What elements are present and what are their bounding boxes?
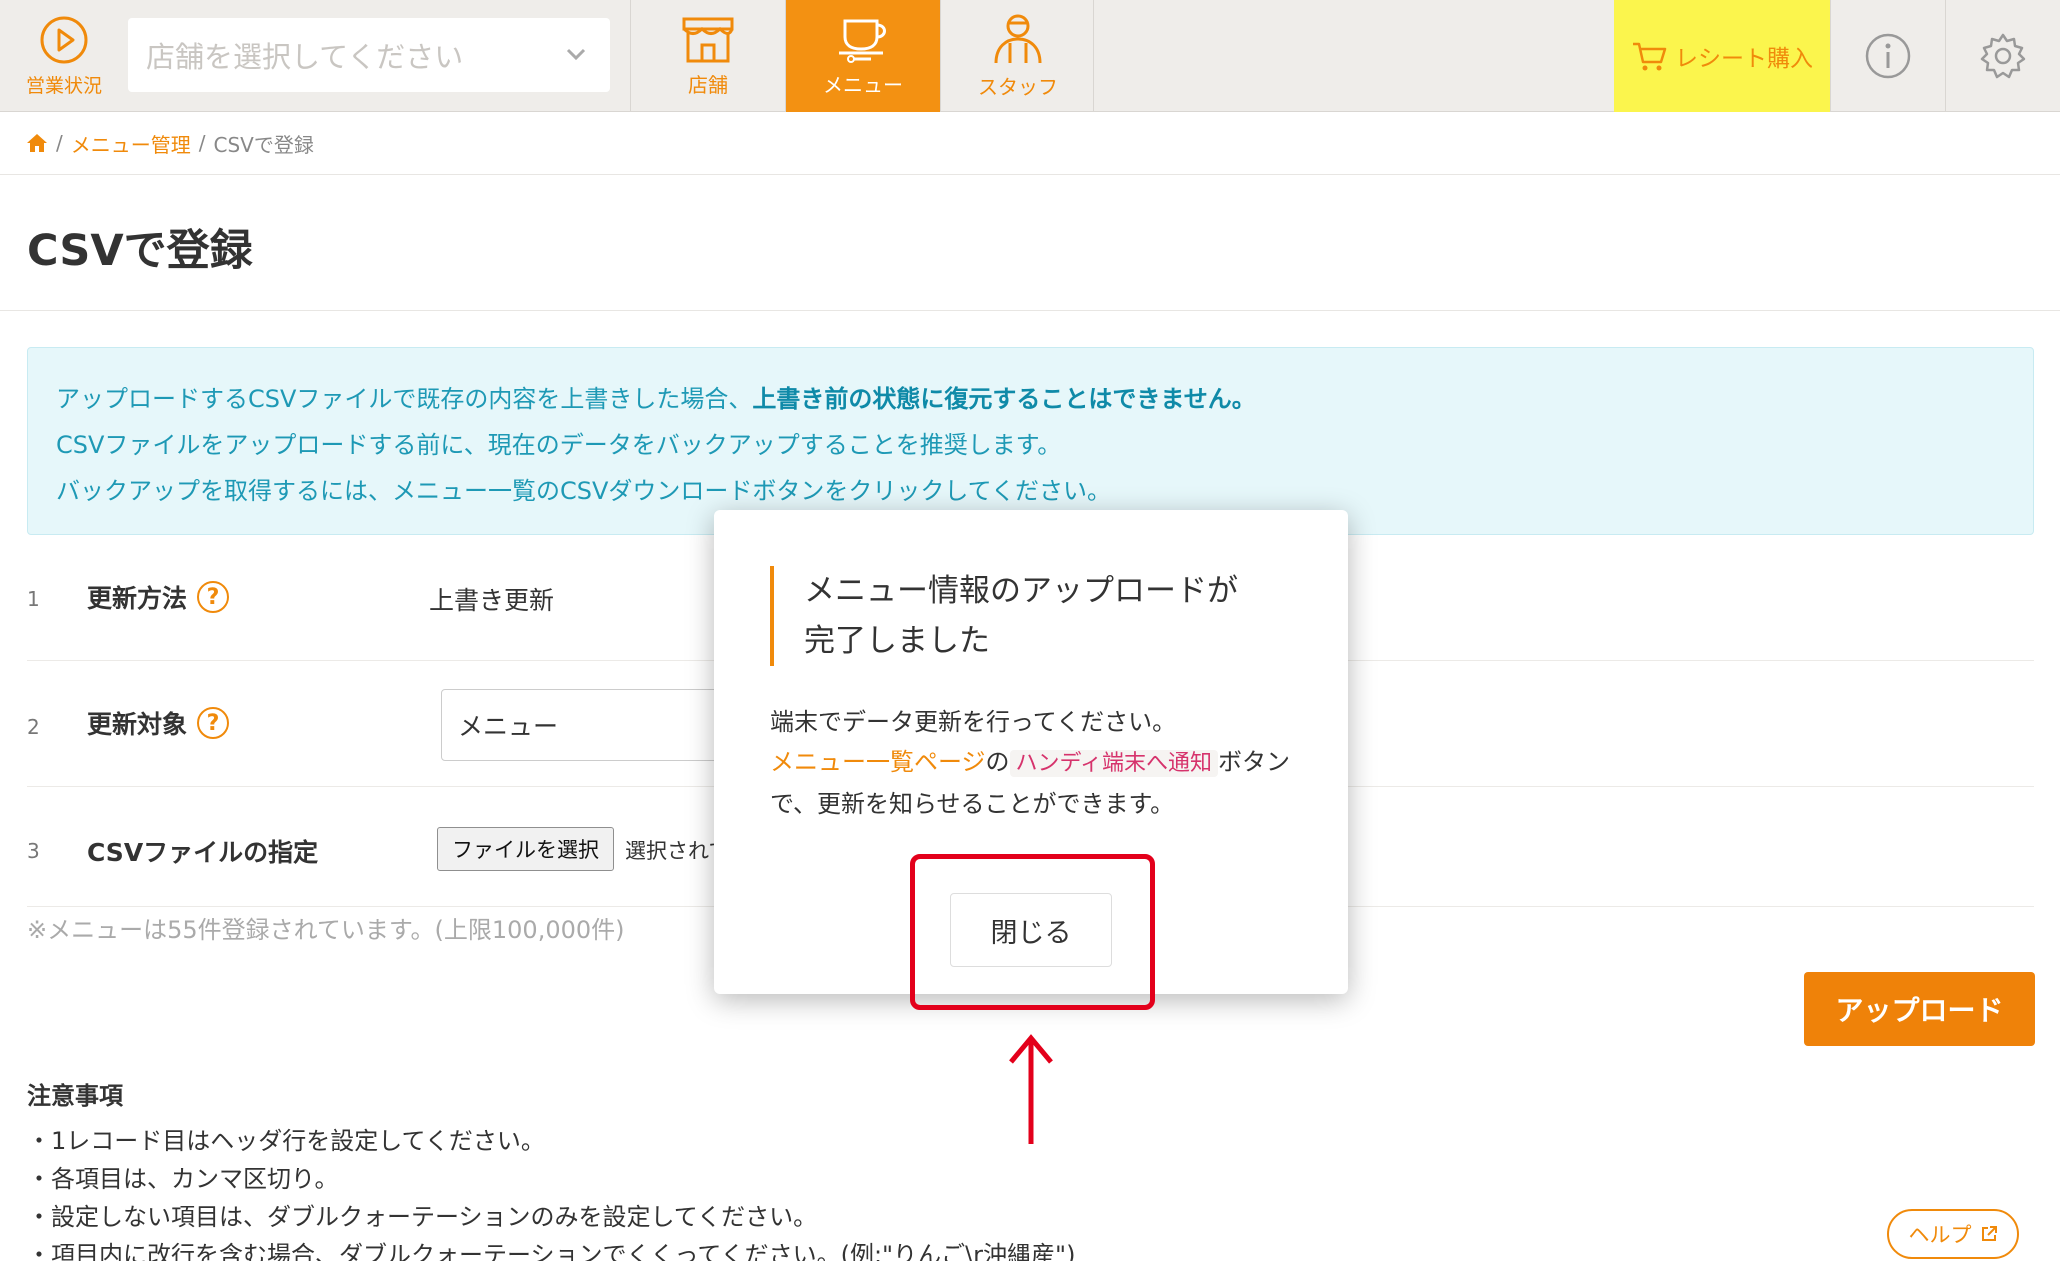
help-question-icon[interactable]: ?	[197, 707, 230, 739]
page-title: CSVで登録	[27, 226, 253, 276]
row-number: 1	[27, 587, 40, 611]
divider	[0, 310, 2060, 311]
alert-line-1: アップロードするCSVファイルで既存の内容を上書きした場合、上書き前の状態に復元…	[56, 376, 2005, 422]
gear-icon	[1980, 33, 2026, 79]
modal-body: 端末でデータ更新を行ってください。 メニュー一覧ページの ハンディ端末へ通知 ボタン…	[770, 702, 1310, 824]
backup-warning-alert: アップロードするCSVファイルで既存の内容を上書きした場合、上書き前の状態に復元…	[27, 347, 2034, 535]
alert-line-1-text: アップロードするCSVファイルで既存の内容を上書きした場合、	[56, 385, 753, 413]
nav-divider	[1093, 0, 1094, 112]
business-status-button[interactable]: 営業状況	[0, 0, 128, 112]
cart-icon	[1633, 42, 1667, 71]
update-target-select[interactable]: メニュー	[441, 689, 731, 761]
modal-body-line-1: 端末でデータ更新を行ってください。	[770, 708, 1177, 736]
help-question-icon[interactable]: ?	[197, 581, 230, 613]
modal-title: メニュー情報のアップロードが 完了しました	[770, 566, 1290, 666]
note-item: ・項目内に改行を含む場合、ダブルクォーテーションでくくってください。(例:"りん…	[27, 1241, 1076, 1261]
breadcrumb-current: CSVで登録	[213, 132, 314, 157]
modal-body-line-2: メニュー一覧ページの ハンディ端末へ通知 ボタンで、更新を知らせることができます。	[770, 742, 1310, 824]
annotation-arrow-icon	[1009, 1034, 1053, 1144]
tab-menu-label: メニュー	[823, 72, 903, 97]
store-select-placeholder: 店舗を選択してください	[146, 40, 464, 74]
receipt-purchase-label: レシート購入	[1675, 46, 1813, 72]
menu-list-page-link[interactable]: メニュー一覧ページ	[770, 748, 986, 776]
upload-button[interactable]: アップロード	[1804, 972, 2035, 1046]
row-number: 3	[27, 839, 40, 863]
note-item: ・設定しない項目は、ダブルクォーテーションのみを設定してください。	[27, 1203, 818, 1231]
divider	[0, 174, 2060, 175]
note-item: ・各項目は、カンマ区切り。	[27, 1165, 339, 1193]
breadcrumb-separator: /	[198, 131, 206, 155]
update-target-label-text: 更新対象	[87, 710, 188, 739]
modal-title-line-1: メニュー情報のアップロードが	[804, 573, 1238, 609]
tab-store[interactable]: 店舗	[630, 0, 785, 112]
alert-line-2: CSVファイルをアップロードする前に、現在のデータをバックアップすることを推奨し…	[56, 431, 1062, 459]
breadcrumb-separator: /	[56, 131, 63, 155]
update-target-selected: メニュー	[458, 712, 559, 741]
info-icon	[1865, 33, 1911, 79]
menu-count-note: ※メニューは55件登録されています。(上限100,000件)	[27, 916, 625, 944]
csv-file-label: CSVファイルの指定	[87, 838, 319, 867]
storefront-icon	[682, 17, 734, 62]
home-icon[interactable]	[26, 133, 48, 153]
alert-line-3: バックアップを取得するには、メニュー一覧のCSVダウンロードボタンをクリックして…	[56, 477, 1111, 505]
breadcrumb: / メニュー管理 / CSVで登録	[26, 128, 314, 158]
row-number: 2	[27, 715, 40, 739]
chevron-down-icon	[566, 48, 586, 61]
notes-list: ・1レコード目はヘッダ行を設定してください。 ・各項目は、カンマ区切り。 ・設定…	[27, 1122, 1075, 1261]
tab-staff-label: スタッフ	[978, 74, 1058, 99]
update-method-value: 上書き更新	[429, 586, 555, 615]
tab-store-label: 店舗	[688, 72, 728, 97]
update-target-label: 更新対象 ?	[87, 705, 230, 741]
alert-line-1-emphasis: 上書き前の状態に復元することはできません。	[752, 385, 1256, 413]
choose-file-button[interactable]: ファイルを選択	[437, 827, 614, 871]
modal-title-line-2: 完了しました	[804, 623, 990, 659]
tab-menu[interactable]: メニュー	[785, 0, 940, 112]
update-method-label: 更新方法 ?	[87, 579, 230, 615]
annotation-highlight-box	[910, 854, 1155, 1010]
play-circle-icon	[40, 16, 88, 63]
note-item: ・1レコード目はヘッダ行を設定してください。	[27, 1127, 545, 1155]
business-status-label: 営業状況	[25, 74, 102, 97]
handy-notify-button-name: ハンディ端末へ通知	[1009, 750, 1218, 777]
staff-icon	[994, 14, 1042, 63]
modal-connector: の	[985, 748, 1010, 776]
receipt-purchase-button[interactable]: レシート購入	[1614, 0, 1830, 112]
notes-title: 注意事項	[27, 1082, 123, 1110]
breadcrumb-menu-management[interactable]: メニュー管理	[71, 129, 191, 158]
external-link-icon	[1981, 1226, 1997, 1241]
top-navigation: 営業状況 店舗を選択してください 店舗 メニュー スタッフ レシート購入	[0, 0, 2060, 112]
help-button-label: ヘルプ	[1908, 1223, 1972, 1247]
tab-staff[interactable]: スタッフ	[940, 0, 1095, 112]
info-button[interactable]	[1830, 0, 1945, 112]
menu-tray-icon	[839, 19, 886, 63]
settings-button[interactable]	[1945, 0, 2060, 112]
update-method-label-text: 更新方法	[87, 584, 188, 613]
help-button[interactable]: ヘルプ	[1887, 1209, 2019, 1259]
store-select[interactable]: 店舗を選択してください	[128, 18, 610, 92]
